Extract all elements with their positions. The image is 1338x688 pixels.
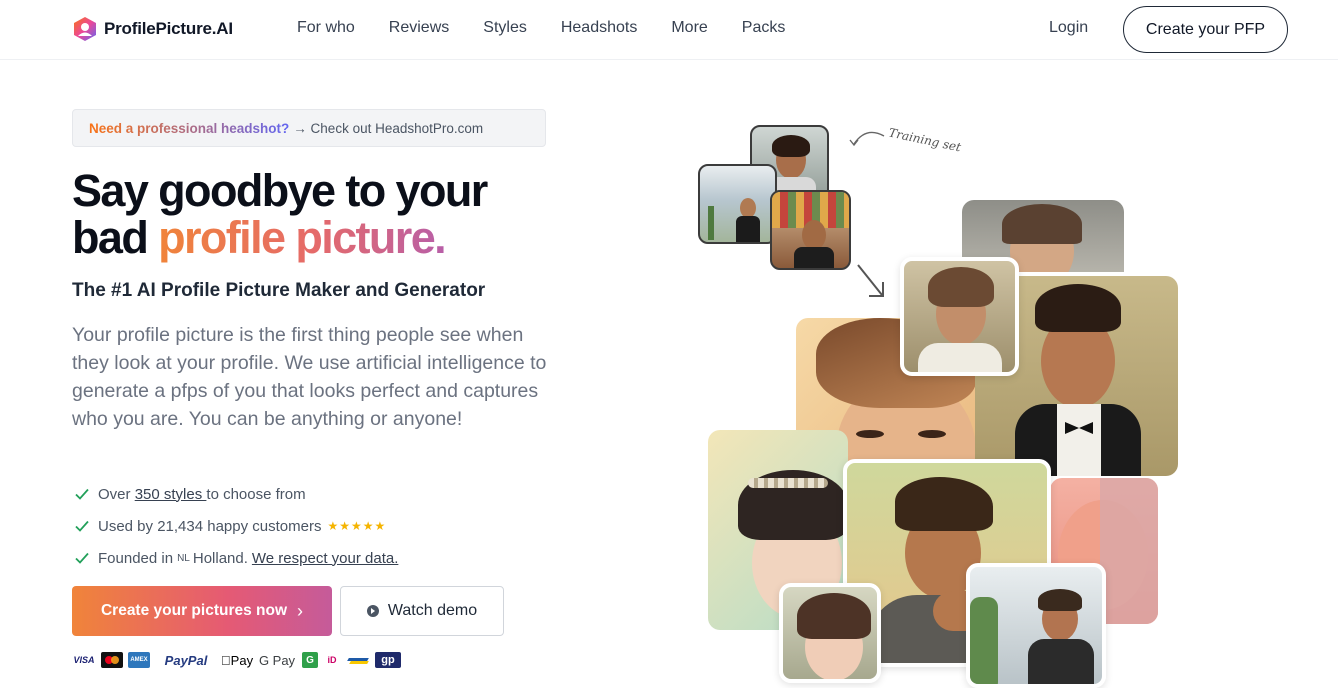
create-pictures-label: Create your pictures now <box>100 602 288 619</box>
logo-icon <box>74 17 96 41</box>
payment-methods: VISA AMEX PayPal Pay G Pay G iD gp <box>72 650 401 670</box>
hero-title-line1: Say goodbye to your <box>72 165 488 216</box>
create-pictures-button[interactable]: Create your pictures now › <box>72 586 332 636</box>
gpay-box-icon: gp <box>375 652 401 668</box>
feature-styles-post: to choose from <box>206 485 306 503</box>
create-pfp-button[interactable]: Create your PFP <box>1123 6 1288 53</box>
watch-demo-label: Watch demo <box>387 602 478 619</box>
nav-for-who[interactable]: For who <box>297 19 355 37</box>
ideal-icon: iD <box>327 655 337 665</box>
privacy-link[interactable]: We respect your data. <box>252 550 398 567</box>
check-icon <box>75 520 89 532</box>
hero-title: Say goodbye to your bad profile picture. <box>72 167 632 261</box>
main-nav: For who Reviews Styles Headshots More Pa… <box>297 19 819 37</box>
nav-headshots[interactable]: Headshots <box>561 19 638 37</box>
generated-photo-bottom-right <box>966 563 1106 688</box>
feature-founded: Founded in NL Holland. We respect your d… <box>74 542 398 574</box>
training-set-label: Training set <box>887 125 963 155</box>
google-pay-icon: G Pay <box>258 652 296 668</box>
login-link[interactable]: Login <box>1049 19 1088 37</box>
amex-icon: AMEX <box>128 652 150 668</box>
netherlands-flag-icon: NL <box>177 552 190 564</box>
chevron-right-icon: › <box>297 600 304 621</box>
site-header: ProfilePicture.AI For who Reviews Styles… <box>0 0 1338 60</box>
rating-stars: ★★★★★ <box>327 519 387 533</box>
check-icon <box>75 552 89 564</box>
nav-reviews[interactable]: Reviews <box>389 19 449 37</box>
giropay-icon: G <box>302 652 318 668</box>
feature-founded-mid: Holland. <box>192 549 248 567</box>
play-icon <box>366 605 379 617</box>
hero-subtitle: The #1 AI Profile Picture Maker and Gene… <box>72 280 486 301</box>
nav-more[interactable]: More <box>671 19 707 37</box>
curved-arrow-icon <box>849 131 885 147</box>
feature-founded-pre: Founded in <box>98 549 174 567</box>
feature-styles-pre: Over <box>98 485 135 503</box>
nav-styles[interactable]: Styles <box>483 19 527 37</box>
generated-photo-bottom-left <box>779 583 881 683</box>
feature-customers: Used by 21,434 happy customers ★★★★★ <box>74 510 398 542</box>
watch-demo-button[interactable]: Watch demo <box>340 586 504 636</box>
apple-pay-icon: Pay <box>221 652 253 668</box>
brand-name: ProfilePicture.AI <box>104 19 233 38</box>
check-icon <box>75 488 89 500</box>
notice-link-text: → Check out HeadshotPro.com <box>293 120 484 136</box>
styles-link[interactable]: 350 styles <box>135 486 207 503</box>
training-photo-3 <box>770 190 851 270</box>
feature-styles: Over 350 styles to choose from <box>74 478 398 510</box>
arrow-down-right-icon <box>857 264 884 297</box>
training-photo-2 <box>698 164 777 244</box>
headshot-notice[interactable]: Need a professional headshot? → Check ou… <box>72 109 546 147</box>
hero-title-plain: bad <box>72 212 159 263</box>
hero-title-accent: profile picture. <box>158 212 447 263</box>
generated-photo-mid-top <box>900 257 1019 376</box>
feature-list: Over 350 styles to choose from Used by 2… <box>74 478 398 574</box>
notice-highlight: Need a professional headshot? <box>89 120 290 136</box>
paypal-icon: PayPal <box>164 652 208 668</box>
bancontact-icon <box>346 652 370 668</box>
nav-packs[interactable]: Packs <box>742 19 786 37</box>
brand-logo[interactable]: ProfilePicture.AI <box>72 16 233 42</box>
hero-description: Your profile picture is the first thing … <box>72 324 547 430</box>
mastercard-icon <box>101 652 123 668</box>
visa-icon: VISA <box>73 655 95 665</box>
feature-customers-text: Used by 21,434 happy customers <box>98 517 322 535</box>
